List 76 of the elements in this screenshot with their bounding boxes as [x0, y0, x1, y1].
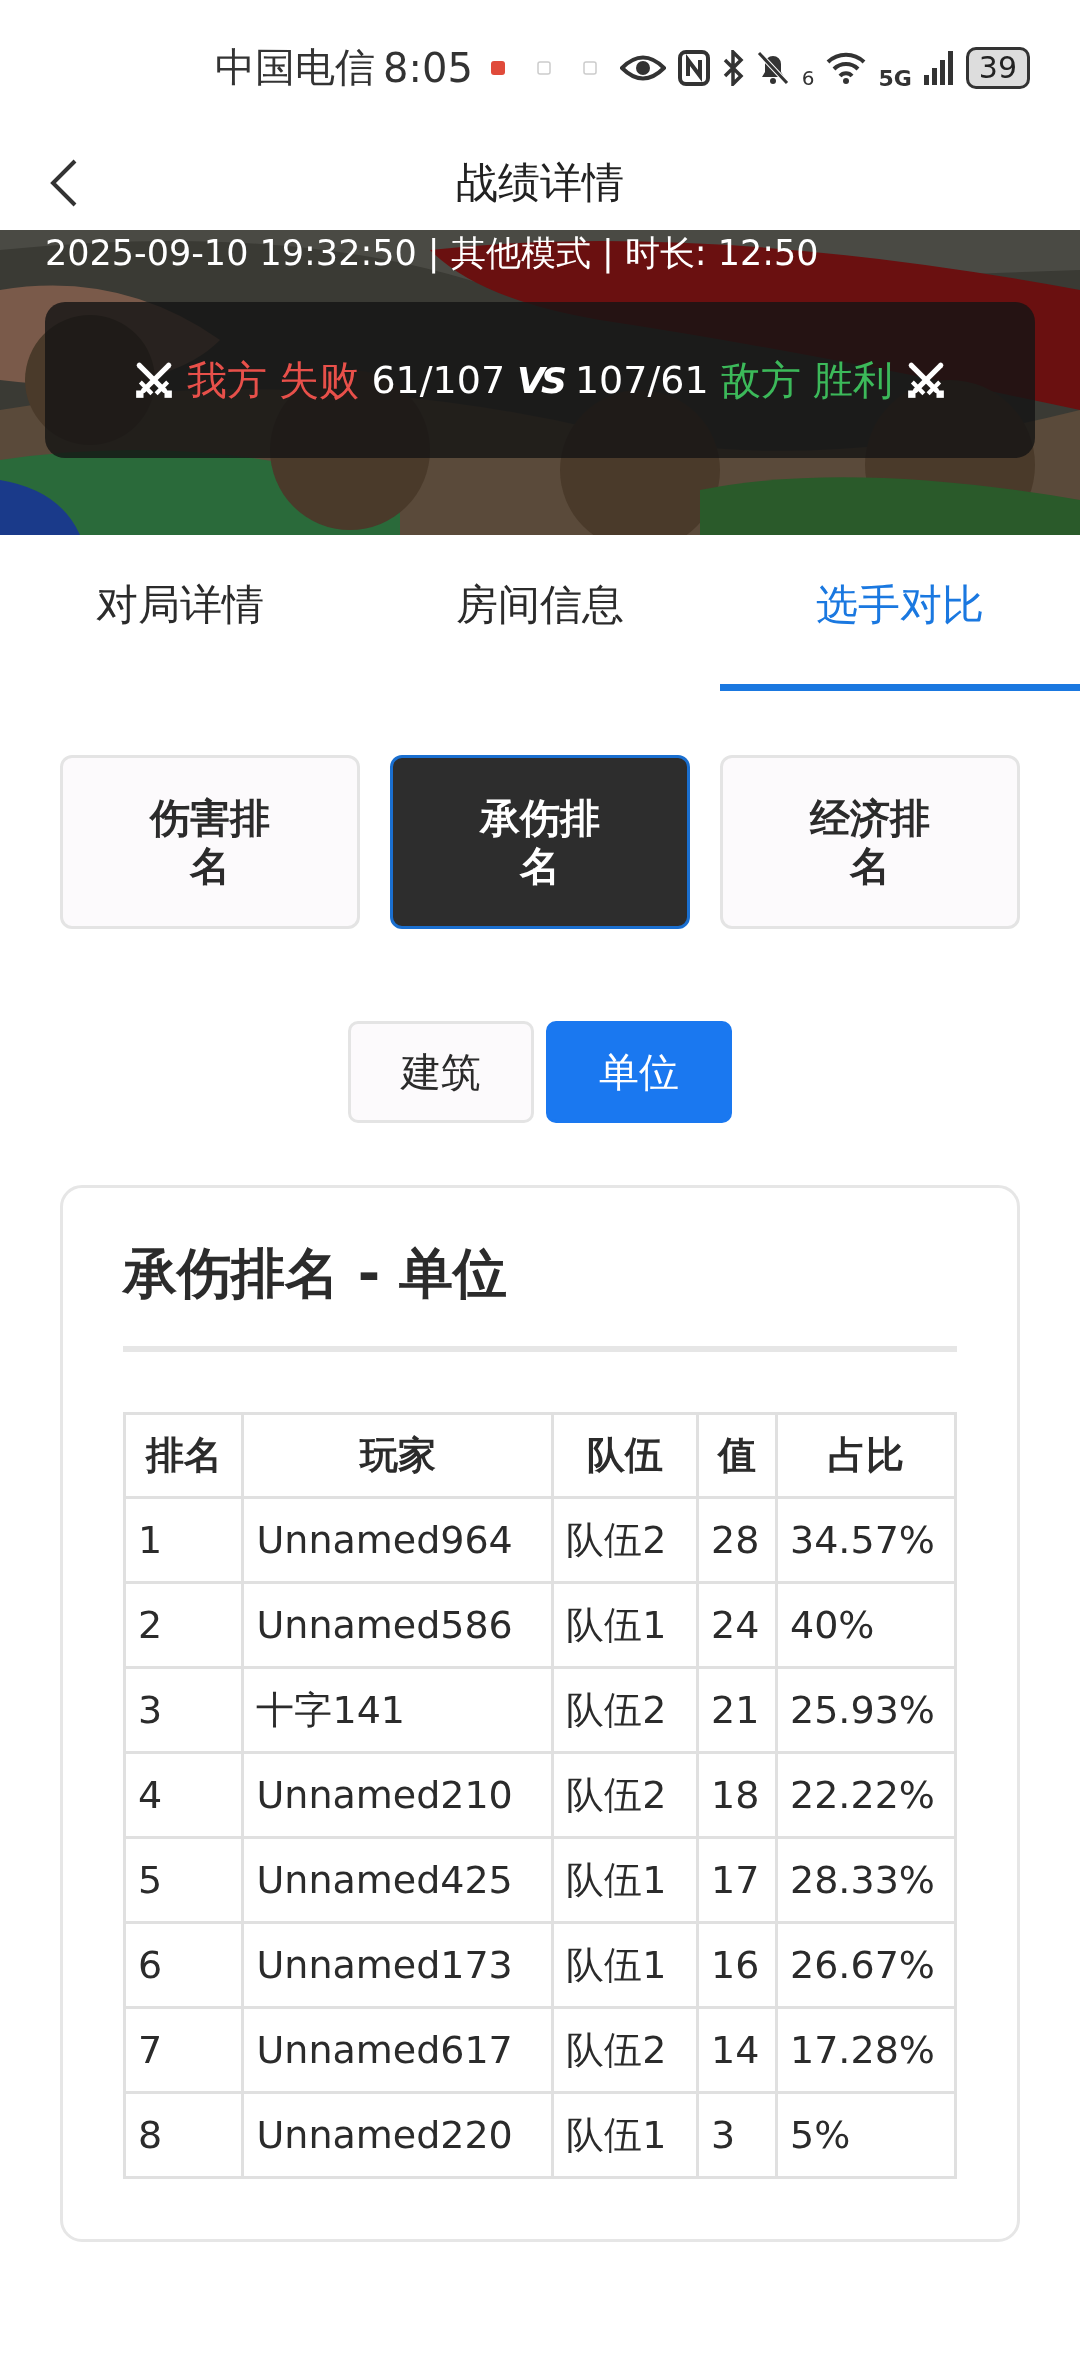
- ranking-type-button[interactable]: 伤害排名: [60, 755, 360, 929]
- notification-icon: [490, 60, 505, 75]
- column-header: 队伍: [552, 1413, 698, 1498]
- table-cell: 队伍2: [552, 2007, 698, 2093]
- team-name: 敌方: [720, 355, 801, 405]
- column-header: 玩家: [243, 1413, 553, 1498]
- column-header: 占比: [776, 1413, 956, 1498]
- network-type: 5G: [878, 66, 912, 91]
- table-cell: 8: [124, 2092, 243, 2178]
- table-cell: 26.67%: [776, 1922, 956, 2008]
- team-score: 107/61: [574, 358, 709, 402]
- table-cell: 7: [124, 2007, 243, 2093]
- table-cell: Unnamed617: [243, 2007, 553, 2093]
- table-cell: 28: [697, 1497, 777, 1583]
- muted-bell-icon: [755, 49, 790, 86]
- notification-icon: [582, 60, 597, 75]
- table-cell: 28.33%: [776, 1837, 956, 1923]
- signal-icon: [923, 50, 954, 85]
- table-cell: 14: [697, 2007, 777, 2093]
- tab[interactable]: 房间信息: [360, 535, 720, 691]
- table-cell: 17.28%: [776, 2007, 956, 2093]
- table-cell: 4: [124, 1752, 243, 1838]
- column-header: 排名: [124, 1413, 243, 1498]
- ranking-type-button[interactable]: 经济排名: [720, 755, 1020, 929]
- battery-level: 39: [965, 46, 1030, 89]
- table-cell: 5%: [776, 2092, 956, 2178]
- notification-icon: [536, 60, 551, 75]
- team-score: 61/107: [371, 358, 506, 402]
- versus-label: VS: [517, 359, 563, 401]
- table-cell: 队伍1: [552, 1922, 698, 2008]
- tab[interactable]: 对局详情: [0, 535, 360, 691]
- table-cell: 25.93%: [776, 1667, 956, 1753]
- table-cell: 22.22%: [776, 1752, 956, 1838]
- table-cell: 24: [697, 1582, 777, 1668]
- table-cell: Unnamed220: [243, 2092, 553, 2178]
- wifi-icon: [826, 51, 867, 84]
- table-cell: 34.57%: [776, 1497, 956, 1583]
- table-cell: 16: [697, 1922, 777, 2008]
- table-cell: 2: [124, 1582, 243, 1668]
- table-cell: 1: [124, 1497, 243, 1583]
- nfc-icon: [677, 49, 710, 86]
- card-title: 承伤排名 - 单位: [123, 1238, 957, 1352]
- table-cell: 队伍2: [552, 1497, 698, 1583]
- column-header: 值: [697, 1413, 777, 1498]
- match-result: 胜利: [812, 355, 893, 405]
- table-cell: 队伍2: [552, 1752, 698, 1838]
- table-cell: 5: [124, 1837, 243, 1923]
- table-cell: 21: [697, 1667, 777, 1753]
- table-cell: Unnamed586: [243, 1582, 553, 1668]
- wifi-generation-label: 6: [801, 66, 815, 90]
- table-cell: 队伍2: [552, 1667, 698, 1753]
- clock: 8:05: [383, 44, 473, 91]
- page-title: 战绩详情: [456, 156, 624, 209]
- table-cell: Unnamed210: [243, 1752, 553, 1838]
- table-cell: 十字141: [243, 1667, 553, 1753]
- table-cell: 3: [697, 2092, 777, 2178]
- table-cell: 队伍1: [552, 1582, 698, 1668]
- target-toggle-button[interactable]: 单位: [546, 1021, 732, 1123]
- table-cell: Unnamed964: [243, 1497, 553, 1583]
- table-cell: 40%: [776, 1582, 956, 1668]
- table-cell: 3: [124, 1667, 243, 1753]
- table-cell: 队伍1: [552, 1837, 698, 1923]
- target-toggle-button[interactable]: 建筑: [348, 1021, 534, 1123]
- tab[interactable]: 选手对比: [720, 535, 1080, 691]
- match-result: 失败: [279, 355, 360, 405]
- ranking-type-button[interactable]: 承伤排名: [390, 755, 690, 929]
- match-info: 2025-09-10 19:32:50 | 其他模式 | 时长: 12:50: [45, 232, 819, 276]
- team-name: 我方: [187, 355, 268, 405]
- bluetooth-icon: [721, 49, 744, 86]
- table-cell: 队伍1: [552, 2092, 698, 2178]
- table-cell: 17: [697, 1837, 777, 1923]
- table-cell: 18: [697, 1752, 777, 1838]
- table-cell: Unnamed425: [243, 1837, 553, 1923]
- table-cell: 6: [124, 1922, 243, 2008]
- carrier-name: 中国电信: [215, 43, 375, 92]
- table-cell: Unnamed173: [243, 1922, 553, 2008]
